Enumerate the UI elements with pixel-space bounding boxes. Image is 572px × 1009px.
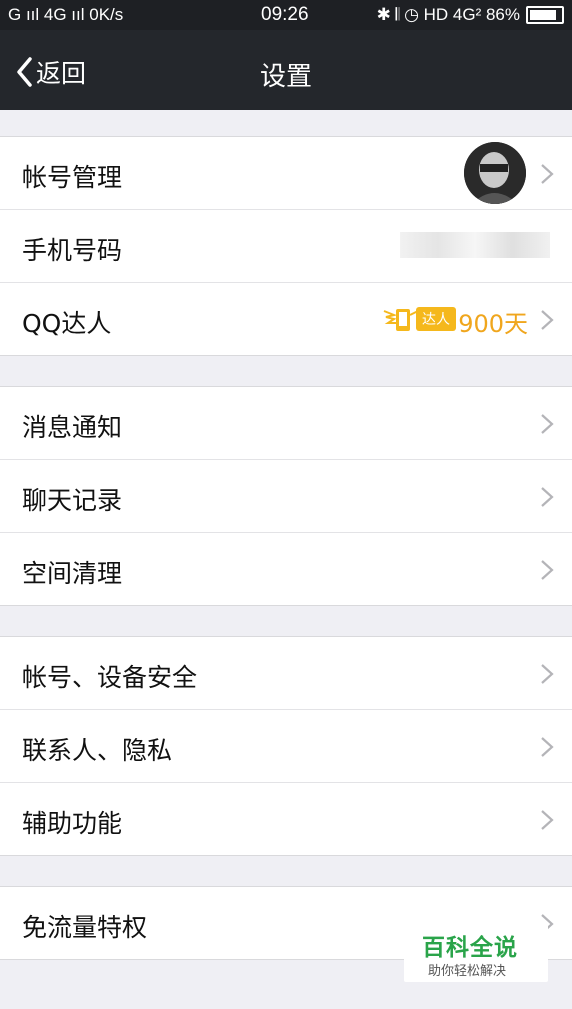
row-label: 帐号、设备安全 <box>22 663 198 692</box>
row-chat-history[interactable]: 聊天记录 <box>0 460 572 533</box>
row-phone[interactable]: 手机号码 <box>0 210 572 283</box>
row-label: 帐号管理 <box>22 163 123 192</box>
row-device-security[interactable]: 帐号、设备安全 <box>0 637 572 710</box>
account-group: 帐号管理 手机号码 QQ达人 达人 900天 <box>0 136 572 356</box>
row-account-manage[interactable]: 帐号管理 <box>0 137 572 210</box>
message-group: 消息通知 聊天记录 空间清理 <box>0 386 572 606</box>
row-label: QQ达人 <box>22 309 112 338</box>
battery-icon <box>526 6 564 24</box>
row-label: 手机号码 <box>22 236 123 265</box>
page-title: 设置 <box>259 62 312 92</box>
row-space-clean[interactable]: 空间清理 <box>0 533 572 605</box>
system-icons: ✱ 𝄃 ◷ HD 4G² 86% <box>376 5 520 24</box>
chevron-right-icon <box>541 487 554 507</box>
watermark: 百科全说 助你轻松解决 <box>404 922 548 982</box>
chevron-right-icon <box>541 414 554 434</box>
chevron-right-icon <box>541 664 554 684</box>
security-group: 帐号、设备安全 联系人、隐私 辅助功能 <box>0 636 572 856</box>
signal-status: G ııl 4G ııl 0K/s <box>8 5 124 24</box>
talent-tag: 达人 <box>416 307 456 331</box>
chevron-right-icon <box>541 310 554 330</box>
winged-phone-icon <box>383 309 419 331</box>
talent-days: 900天 <box>458 310 528 338</box>
phone-number-redacted <box>400 232 550 258</box>
chevron-right-icon <box>541 737 554 757</box>
status-bar: G ııl 4G ııl 0K/s 09:26 ✱ 𝄃 ◷ HD 4G² 86% <box>0 0 572 30</box>
row-contacts-privacy[interactable]: 联系人、隐私 <box>0 710 572 783</box>
talent-badge: 达人 <box>382 305 456 333</box>
row-qq-talent[interactable]: QQ达人 达人 900天 <box>0 283 572 355</box>
row-notify[interactable]: 消息通知 <box>0 387 572 460</box>
row-label: 消息通知 <box>22 413 123 442</box>
row-label: 免流量特权 <box>22 913 148 942</box>
chevron-right-icon <box>541 164 554 184</box>
row-label: 辅助功能 <box>22 809 123 838</box>
row-label: 联系人、隐私 <box>22 736 173 765</box>
avatar-image <box>464 142 526 204</box>
chevron-right-icon <box>541 810 554 830</box>
title-bar: 返回 设置 <box>0 30 572 110</box>
avatar <box>464 142 526 204</box>
watermark-title: 百科全说 <box>422 935 518 961</box>
clock: 09:26 <box>261 4 309 25</box>
watermark-subtitle: 助你轻松解决 <box>428 964 507 979</box>
chevron-right-icon <box>541 560 554 580</box>
row-label: 聊天记录 <box>22 486 123 515</box>
row-assist[interactable]: 辅助功能 <box>0 783 572 855</box>
system-status: ✱ 𝄃 ◷ HD 4G² 86% <box>377 5 564 25</box>
row-label: 空间清理 <box>22 559 123 588</box>
